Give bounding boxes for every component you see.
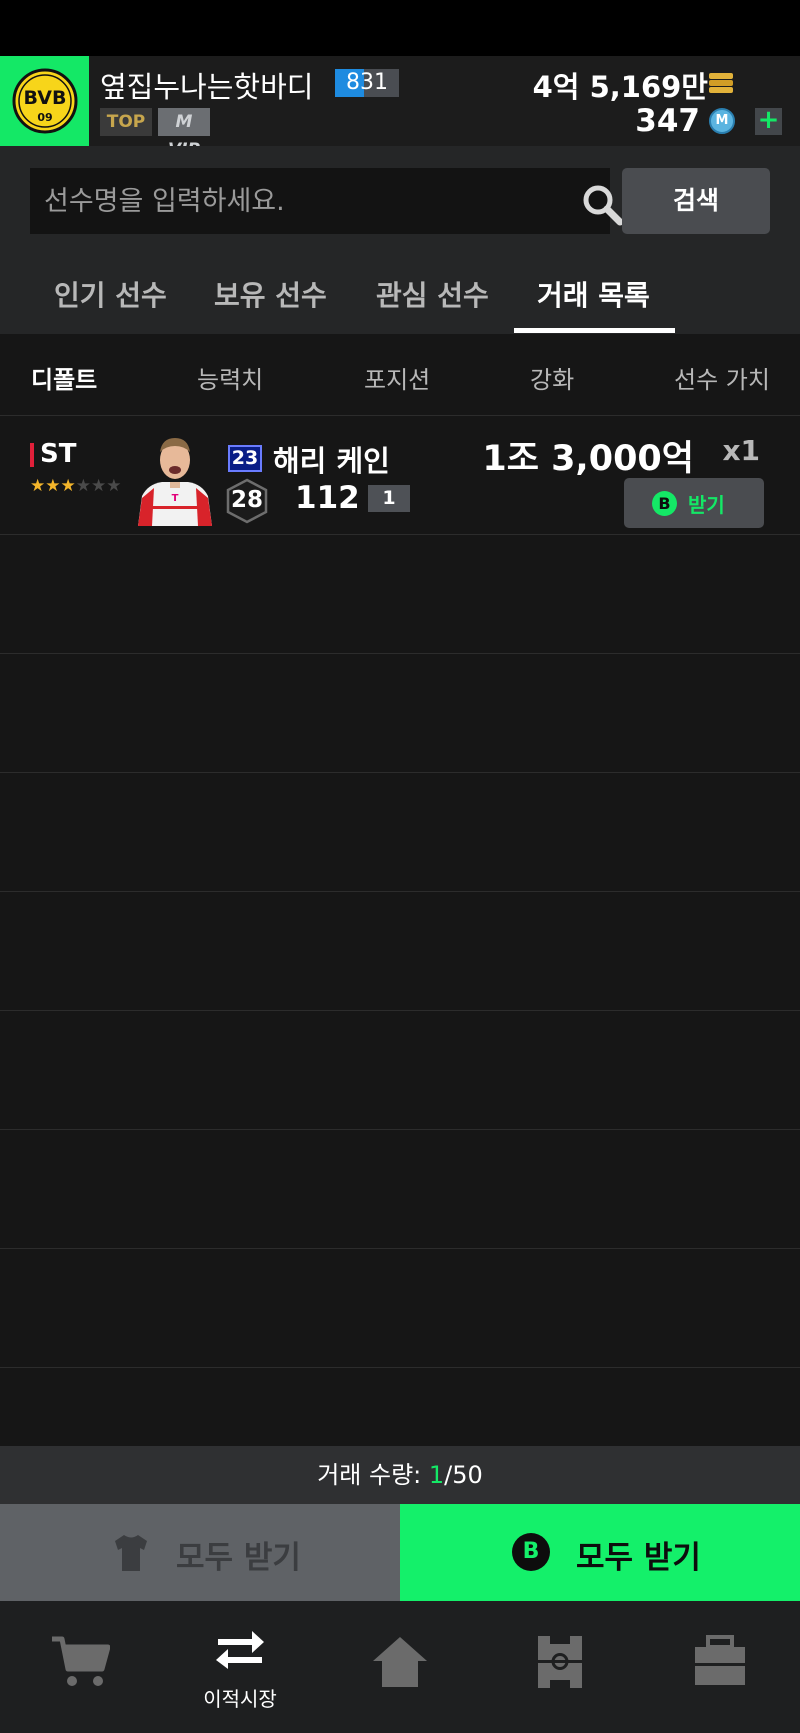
- trade-count-max: /50: [444, 1461, 483, 1489]
- sort-default[interactable]: 디폴트: [31, 360, 97, 395]
- star-empty-icon: ★: [106, 476, 122, 496]
- nav-transfer-market[interactable]: 이적시장: [160, 1601, 320, 1733]
- star-empty-icon: ★: [91, 476, 107, 496]
- search-input[interactable]: [44, 168, 544, 234]
- mc-coin-icon: M: [709, 108, 735, 134]
- add-currency-button[interactable]: +: [755, 107, 782, 135]
- nav-shop[interactable]: [0, 1601, 160, 1733]
- season-badge: 23: [228, 445, 262, 472]
- club-logo: BVB 09: [0, 56, 89, 146]
- svg-text:T: T: [172, 493, 179, 504]
- empty-row: [0, 773, 800, 892]
- tab-bar: 인기 선수 보유 선수 관심 선수 거래 목록: [0, 266, 800, 334]
- receive-all-bp-button[interactable]: B 모두 받기: [400, 1504, 800, 1601]
- player-name: 해리 케인: [273, 444, 390, 478]
- field-icon: [538, 1636, 582, 1688]
- receive-button-label: 받기: [688, 493, 725, 517]
- cart-icon: [52, 1636, 110, 1686]
- empty-row: [0, 1011, 800, 1130]
- player-ovr: 28: [230, 487, 263, 513]
- sort-bar: 디폴트 능력치 포지션 강화 선수 가치: [0, 334, 800, 416]
- bp-coin-icon: B: [512, 1533, 550, 1571]
- trade-quantity: x1: [722, 434, 760, 467]
- receive-all-to-squad-button[interactable]: 모두 받기: [0, 1504, 400, 1601]
- player-position: ST: [40, 439, 77, 469]
- star-filled-icon: ★: [60, 476, 76, 496]
- sort-enhance[interactable]: 강화: [530, 360, 574, 395]
- tab-popular-players[interactable]: 인기 선수: [54, 274, 167, 314]
- vip-tag: M VIP: [158, 108, 210, 160]
- trade-count-current: 1: [428, 1461, 445, 1489]
- trade-list: 디폴트 능력치 포지션 강화 선수 가치 ST ★★★★★★ T 23 해리 케…: [0, 334, 800, 1446]
- nav-squad[interactable]: [480, 1601, 640, 1733]
- bag-icon: [695, 1635, 745, 1685]
- empty-row: [0, 892, 800, 1011]
- player-photo: T: [132, 426, 218, 526]
- trade-count-label: 거래 수량:: [317, 1461, 429, 1489]
- empty-row: [0, 1249, 800, 1368]
- mc-amount: 347: [635, 103, 700, 139]
- sort-player-value[interactable]: 선수 가치: [674, 360, 770, 395]
- gold-amount: 4억 5,169만: [532, 70, 708, 104]
- tab-trade-list[interactable]: 거래 목록: [537, 274, 650, 314]
- svg-text:BVB: BVB: [23, 87, 66, 109]
- level-text: 831: [346, 70, 388, 95]
- bp-coin-icon: B: [652, 491, 677, 516]
- trade-count-bar: 거래 수량: 1/50: [0, 1446, 800, 1504]
- home-icon: [373, 1637, 427, 1687]
- bvb-crest-icon: BVB 09: [12, 68, 77, 134]
- shirt-icon: [115, 1535, 147, 1571]
- nav-transfer-market-label: 이적시장: [203, 1687, 277, 1711]
- search-icon[interactable]: [580, 182, 624, 226]
- empty-row: [0, 654, 800, 773]
- level-badge: 831: [335, 69, 399, 97]
- empty-row: [0, 535, 800, 654]
- user-header: BVB 09 옆집누나는핫바디 831 TOP M VIP 4억 5,169만 …: [0, 56, 800, 160]
- tab-watchlist-players[interactable]: 관심 선수: [376, 274, 489, 314]
- enhance-level-badge: 1: [368, 485, 410, 512]
- transfer-icon: [216, 1631, 264, 1669]
- tab-owned-players[interactable]: 보유 선수: [214, 274, 327, 314]
- active-tab-indicator: [514, 328, 675, 333]
- trade-price: 1조 3,000억: [482, 439, 694, 479]
- user-name: 옆집누나는핫바디: [100, 70, 314, 104]
- top-tag: TOP: [100, 108, 152, 136]
- svg-text:09: 09: [37, 111, 52, 124]
- star-empty-icon: ★: [75, 476, 91, 496]
- player-stars: ★★★★★★: [30, 476, 122, 496]
- search-area: 검색 인기 선수 보유 선수 관심 선수 거래 목록: [0, 146, 800, 334]
- sort-ability[interactable]: 능력치: [197, 360, 263, 395]
- player-stat: 112: [295, 480, 360, 516]
- receive-all-gray-label: 모두 받기: [176, 1540, 301, 1576]
- receive-button[interactable]: B 받기: [624, 478, 764, 528]
- bottom-actions: 모두 받기 B 모두 받기: [0, 1504, 800, 1601]
- status-bar: [0, 0, 800, 56]
- search-box: [30, 168, 624, 234]
- nav-home[interactable]: [320, 1601, 480, 1733]
- bottom-nav: 이적시장: [0, 1601, 800, 1733]
- empty-row: [0, 1130, 800, 1249]
- sort-position[interactable]: 포지션: [364, 360, 430, 395]
- search-button[interactable]: 검색: [622, 168, 770, 234]
- gold-coins-icon: [709, 73, 733, 93]
- position-color-bar: [30, 443, 34, 467]
- trade-row[interactable]: ST ★★★★★★ T 23 해리 케인 28 112 1 1조 3,000억 …: [0, 416, 800, 535]
- nav-inventory[interactable]: [640, 1601, 800, 1733]
- receive-all-green-label: 모두 받기: [576, 1540, 701, 1576]
- star-filled-icon: ★: [45, 476, 61, 496]
- star-filled-icon: ★: [30, 476, 46, 496]
